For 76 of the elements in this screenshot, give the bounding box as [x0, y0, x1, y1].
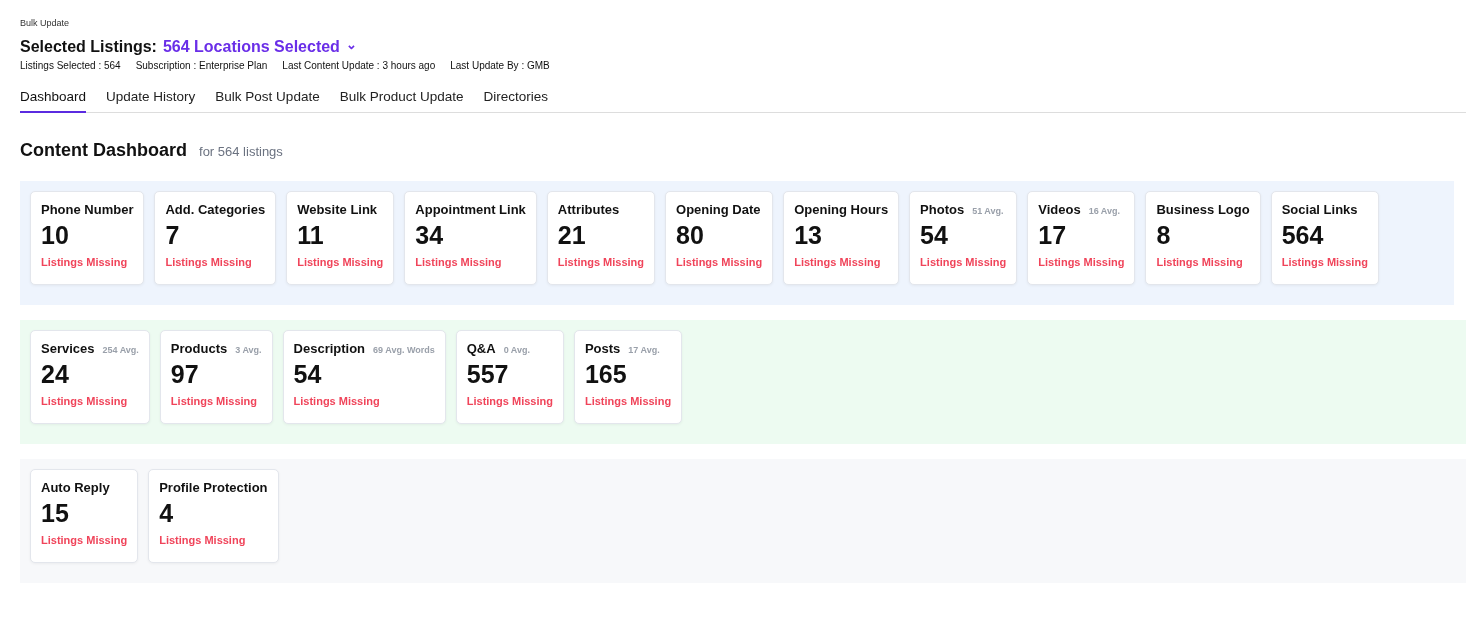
- count-value: 11: [297, 220, 325, 250]
- missing-label: Listings Missing: [794, 256, 882, 268]
- card-title: Appointment Link: [415, 202, 526, 217]
- count-value: 54: [920, 220, 949, 250]
- card-title: Opening Date: [676, 202, 761, 217]
- caret-icon[interactable]: ⌄: [345, 37, 357, 51]
- card-title: Q&A: [466, 341, 496, 356]
- average-label: 17 Avg.: [628, 345, 660, 355]
- locations-dropdown[interactable]: 564 Locations Selected: [162, 38, 340, 56]
- card-title: Attributes: [557, 202, 620, 217]
- count-value: 13: [794, 220, 824, 250]
- missing-label: Listings Missing: [297, 256, 384, 268]
- meta-info: Last Content Update : 3 hours ago: [282, 60, 436, 71]
- meta-info: Last Update By : GMB: [450, 60, 550, 71]
- count-value: 10: [41, 220, 70, 250]
- missing-label: Listings Missing: [676, 256, 763, 268]
- missing-label: Listings Missing: [557, 256, 645, 268]
- section-heading: Content Dashboard: [20, 140, 187, 161]
- card-title: Products: [170, 341, 228, 356]
- count-value: 54: [293, 359, 323, 389]
- missing-label: Listings Missing: [41, 395, 129, 407]
- average-label: 3 Avg.: [235, 345, 262, 355]
- listings-count-label: for 564 listings: [199, 144, 283, 159]
- count-value: 34: [415, 220, 445, 250]
- missing-label: Listings Missing: [159, 534, 247, 546]
- average-label: 69 Avg. Words: [373, 345, 435, 355]
- missing-label: Listings Missing: [920, 256, 1007, 268]
- tab[interactable]: Update History: [106, 89, 196, 113]
- count-value: 564: [1281, 220, 1325, 250]
- tab[interactable]: Dashboard: [20, 89, 87, 113]
- card-title: Auto Reply: [41, 480, 110, 495]
- average-label: 51 Avg.: [972, 206, 1004, 216]
- missing-label: Listings Missing: [1038, 256, 1125, 268]
- average-label: 16 Avg.: [1088, 206, 1121, 216]
- average-label: 0 Avg.: [503, 345, 530, 355]
- card-title: Services: [41, 341, 95, 356]
- card-title: Opening Hours: [794, 202, 889, 217]
- missing-label: Listings Missing: [415, 256, 503, 268]
- card-title: Phone Number: [41, 202, 134, 217]
- missing-label: Listings Missing: [165, 256, 253, 268]
- card-title: Website Link: [297, 202, 378, 217]
- count-value: 21: [557, 220, 587, 250]
- count-value: 165: [584, 359, 628, 389]
- card-title: Social Links: [1281, 202, 1358, 217]
- count-value: 97: [170, 359, 200, 389]
- card-title: Posts: [584, 341, 621, 356]
- card-title: Profile Protection: [159, 480, 268, 495]
- card-title: Add. Categories: [165, 202, 266, 217]
- card-title: Photos: [920, 202, 965, 217]
- missing-label: Listings Missing: [170, 395, 259, 407]
- meta-info: Subscription : Enterprise Plan: [135, 60, 268, 71]
- count-value: 4: [159, 498, 175, 528]
- meta-info: Listings Selected : 564: [20, 60, 121, 71]
- count-value: 17: [1038, 220, 1068, 250]
- page-title: Selected Listings:: [20, 38, 157, 56]
- tab[interactable]: Directories: [483, 89, 548, 113]
- missing-label: Listings Missing: [293, 395, 381, 407]
- card-title: Business Logo: [1156, 202, 1250, 217]
- tab[interactable]: Bulk Post Update: [215, 89, 320, 113]
- average-label: 254 Avg.: [102, 345, 139, 355]
- count-value: 24: [41, 359, 70, 389]
- count-value: 15: [41, 498, 70, 528]
- card-title: Description: [293, 341, 366, 356]
- missing-label: Listings Missing: [41, 256, 129, 268]
- missing-label: Listings Missing: [584, 395, 672, 407]
- missing-label: Listings Missing: [41, 534, 128, 546]
- missing-label: Listings Missing: [466, 395, 553, 407]
- count-value: 557: [466, 359, 510, 389]
- count-value: 80: [676, 220, 705, 250]
- count-value: 8: [1156, 220, 1172, 250]
- card-title: Videos: [1038, 202, 1081, 217]
- count-value: 7: [165, 220, 181, 250]
- missing-label: Listings Missing: [1281, 256, 1368, 268]
- breadcrumb: Bulk Update: [20, 18, 70, 28]
- tab[interactable]: Bulk Product Update: [339, 89, 464, 113]
- missing-label: Listings Missing: [1156, 256, 1244, 268]
